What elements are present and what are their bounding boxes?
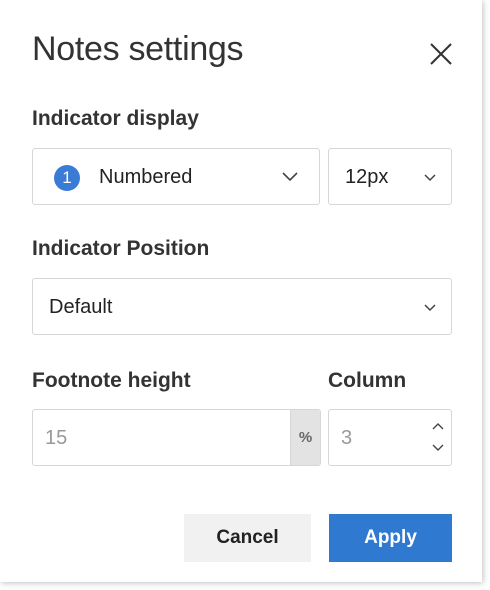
footnote-height-label: Footnote height [32,369,191,392]
column-stepper[interactable]: 3 [328,409,452,466]
indicator-position-label: Indicator Position [32,237,210,260]
column-label: Column [328,369,407,392]
indicator-position-select[interactable]: Default [32,278,452,335]
footnote-height-value: 15 [45,427,68,449]
chevron-down-icon[interactable] [431,443,445,453]
notes-settings-dialog: Notes settings Indicator display 1 Numbe… [0,0,482,582]
footnote-height-input[interactable]: 15 % [32,409,321,466]
cancel-button[interactable]: Cancel [184,514,311,562]
indicator-size-value: 12px [345,166,389,188]
apply-button[interactable]: Apply [329,514,452,562]
indicator-display-label: Indicator display [32,107,199,130]
indicator-style-select[interactable]: 1 Numbered [32,148,320,205]
close-icon [430,43,452,65]
chevron-down-icon [282,172,298,182]
chevron-up-icon[interactable] [431,421,445,431]
close-button[interactable] [427,40,455,68]
chevron-down-icon [424,174,436,182]
numbered-badge: 1 [54,165,80,191]
chevron-down-icon [424,304,436,312]
percent-unit: % [290,410,320,465]
indicator-position-value: Default [49,296,113,318]
column-value: 3 [341,427,353,449]
indicator-size-select[interactable]: 12px [328,148,452,205]
indicator-style-value: Numbered [99,166,193,188]
dialog-title: Notes settings [32,30,244,68]
